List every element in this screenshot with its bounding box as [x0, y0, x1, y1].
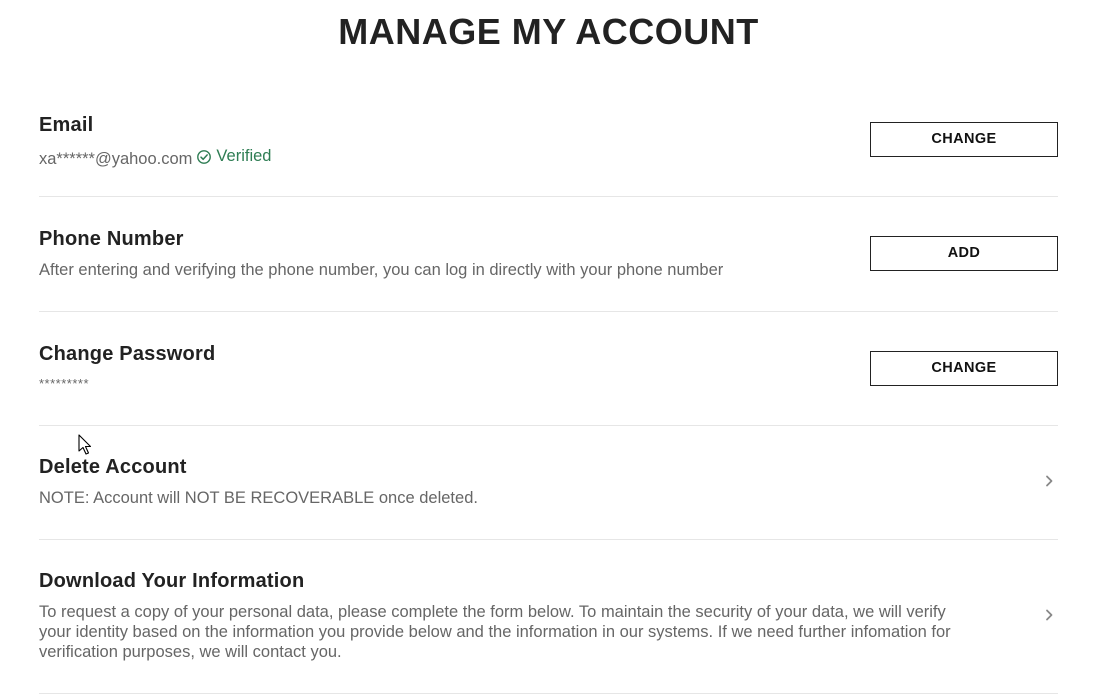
email-value-row: xa******@yahoo.com Verified: [39, 146, 271, 169]
delete-account-note: NOTE: Account will NOT BE RECOVERABLE on…: [39, 489, 478, 507]
password-title: Change Password: [39, 343, 216, 365]
add-phone-button[interactable]: ADD: [870, 236, 1058, 271]
phone-section: Phone Number After entering and verifyin…: [39, 197, 1058, 312]
email-section: Email xa******@yahoo.com Verified CHANGE: [39, 110, 1058, 197]
email-title: Email: [39, 114, 94, 136]
download-information-title: Download Your Information: [39, 570, 305, 592]
download-information-row[interactable]: Download Your Information To request a c…: [39, 540, 1058, 694]
change-password-button[interactable]: CHANGE: [870, 351, 1058, 386]
email-value: xa******@yahoo.com: [39, 150, 193, 168]
description-line: verification purposes, we will contact y…: [39, 643, 342, 661]
delete-account-title: Delete Account: [39, 456, 187, 478]
description-line: To request a copy of your personal data,…: [39, 603, 946, 621]
phone-description: After entering and verifying the phone n…: [39, 261, 724, 279]
delete-account-row[interactable]: Delete Account NOTE: Account will NOT BE…: [39, 426, 1058, 540]
mouse-cursor-icon: [78, 434, 92, 455]
description-line: your identity based on the information y…: [39, 623, 951, 641]
chevron-right-icon: [1046, 475, 1053, 487]
manage-account-page: MANAGE MY ACCOUNT Email xa******@yahoo.c…: [0, 0, 1093, 700]
chevron-right-icon: [1046, 609, 1053, 621]
password-section: Change Password ********* CHANGE: [39, 312, 1058, 426]
verified-label: Verified: [216, 147, 272, 165]
verified-badge: Verified: [196, 146, 271, 166]
password-value: *********: [39, 376, 90, 391]
phone-title: Phone Number: [39, 228, 184, 250]
check-circle-icon: [197, 150, 212, 164]
download-information-description: To request a copy of your personal data,…: [39, 602, 1024, 662]
page-title: MANAGE MY ACCOUNT: [338, 11, 759, 52]
change-email-button[interactable]: CHANGE: [870, 122, 1058, 157]
